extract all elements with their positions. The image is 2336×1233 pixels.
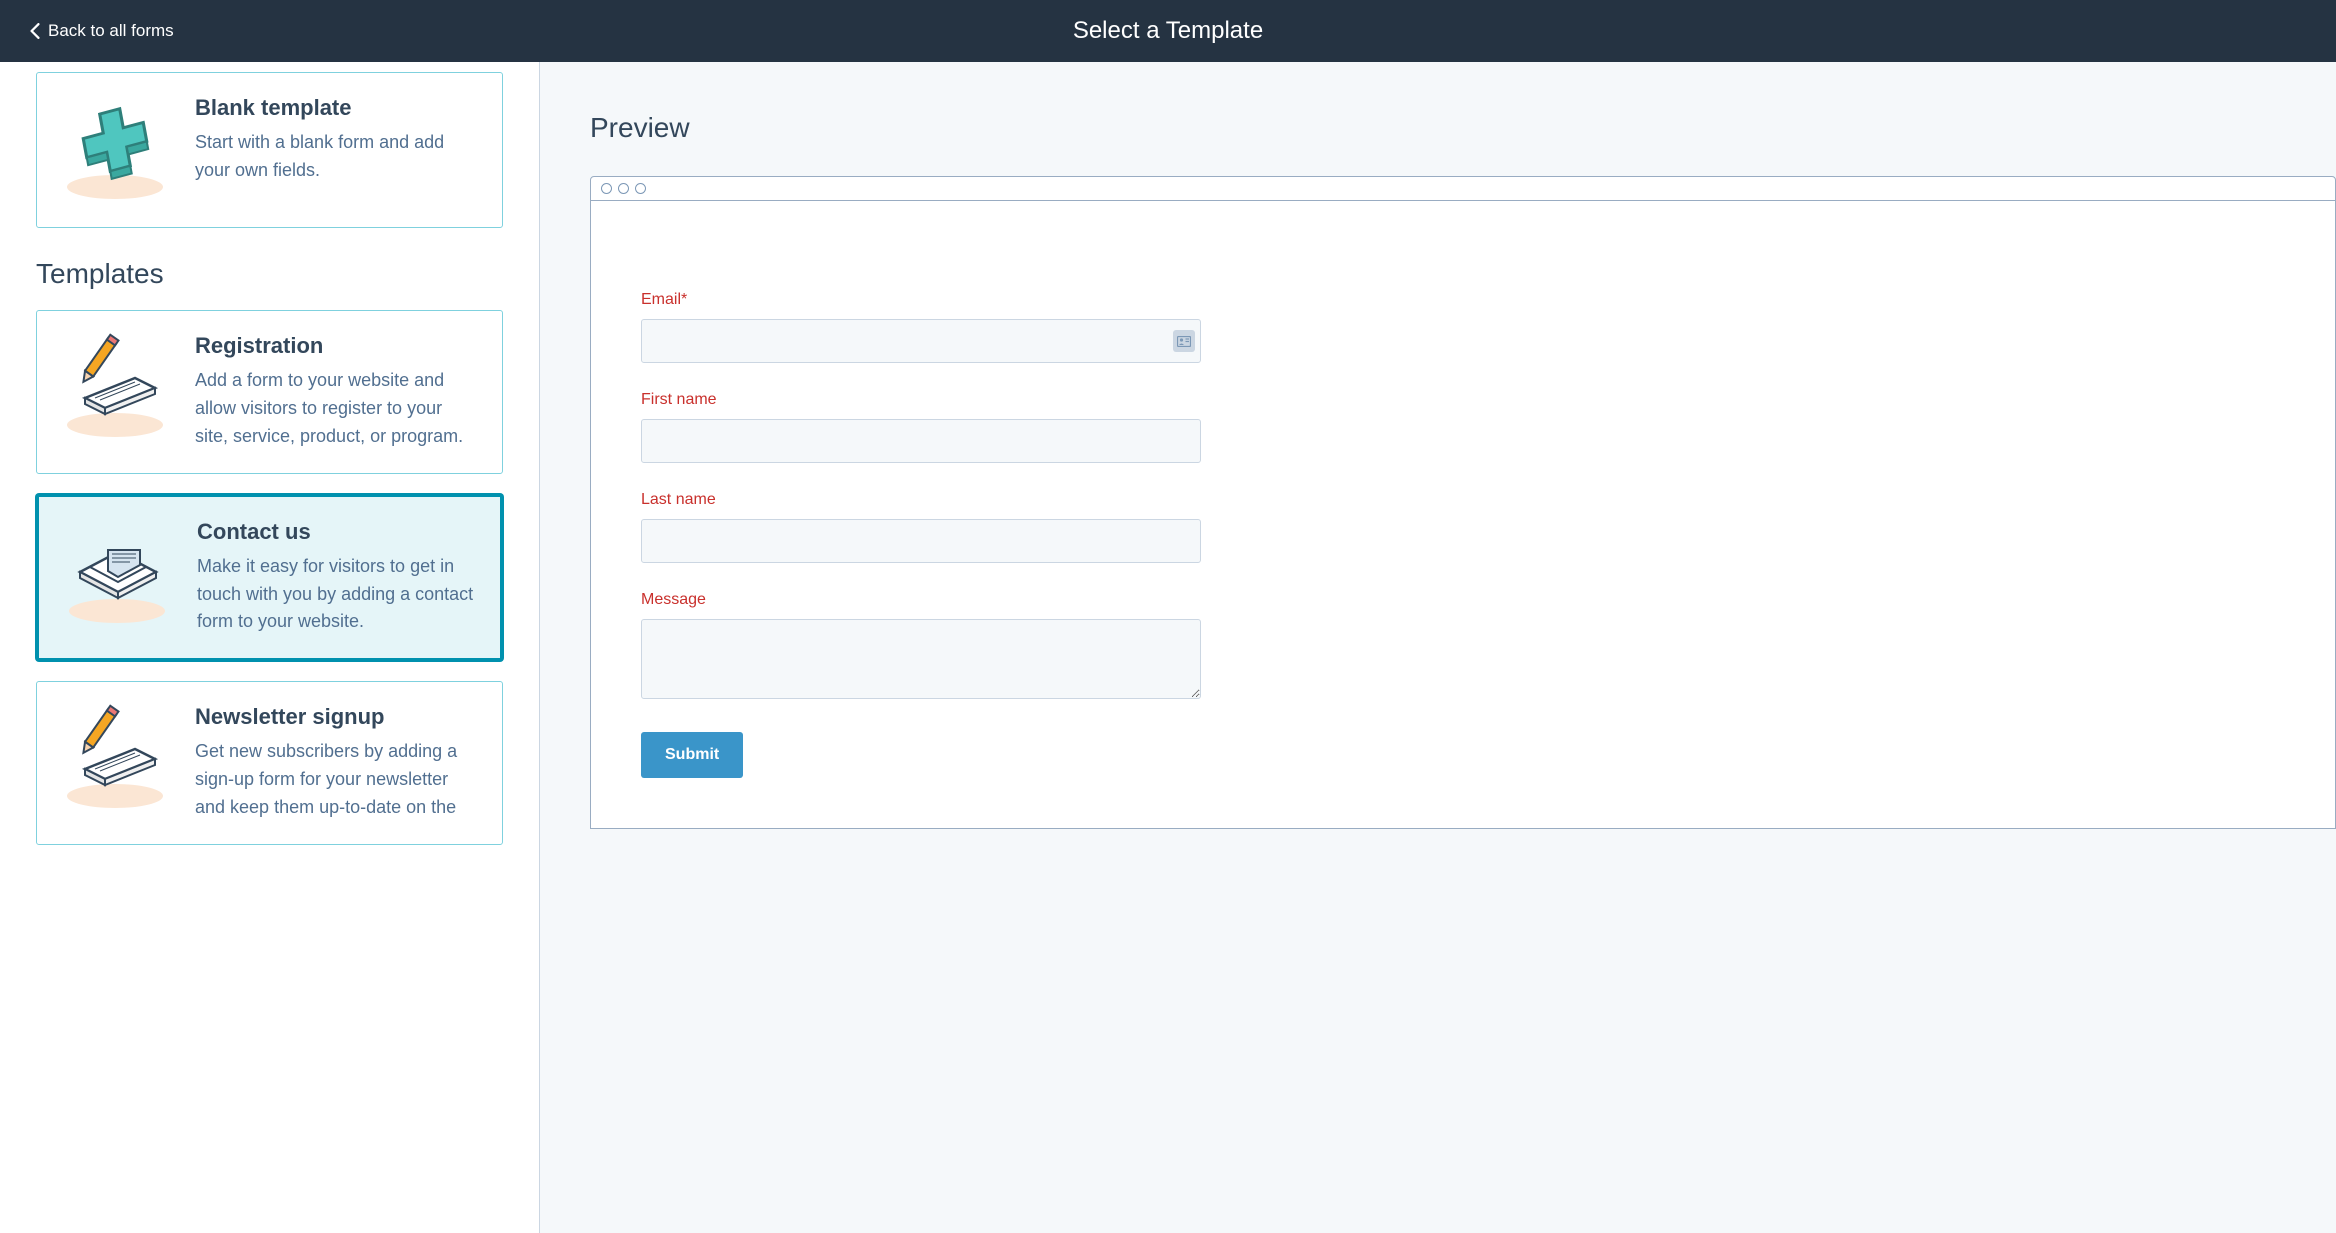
form-field-message: Message	[641, 591, 2285, 704]
window-dot-icon	[635, 183, 646, 194]
form-field-last-name: Last name	[641, 491, 2285, 563]
card-title: Newsletter signup	[195, 704, 478, 730]
template-card-newsletter-signup[interactable]: Newsletter signup Get new subscribers by…	[36, 681, 503, 845]
back-to-forms-link[interactable]: Back to all forms	[30, 21, 174, 41]
card-description: Add a form to your website and allow vis…	[195, 367, 478, 451]
card-description: Start with a blank form and add your own…	[195, 129, 478, 185]
first-name-input[interactable]	[641, 419, 1201, 463]
window-dot-icon	[601, 183, 612, 194]
envelope-icon	[57, 519, 177, 629]
field-label: Message	[641, 591, 2285, 609]
form-preview: Email*	[591, 201, 2335, 828]
field-label: Last name	[641, 491, 2285, 509]
preview-browser-frame: Email*	[590, 176, 2336, 829]
template-card-registration[interactable]: Registration Add a form to your website …	[36, 310, 503, 474]
last-name-input[interactable]	[641, 519, 1201, 563]
window-dot-icon	[618, 183, 629, 194]
email-input[interactable]	[641, 319, 1201, 363]
templates-section-title: Templates	[36, 258, 503, 290]
pencil-page-icon	[55, 704, 175, 814]
page-title: Select a Template	[1073, 17, 1263, 45]
preview-panel: Preview Email*	[540, 62, 2336, 1233]
form-field-first-name: First name	[641, 391, 2285, 463]
card-title: Blank template	[195, 95, 478, 121]
submit-button[interactable]: Submit	[641, 732, 743, 778]
template-card-blank[interactable]: Blank template Start with a blank form a…	[36, 72, 503, 228]
browser-chrome	[591, 177, 2335, 201]
card-title: Contact us	[197, 519, 476, 545]
card-description: Get new subscribers by adding a sign-up …	[195, 738, 478, 822]
message-textarea[interactable]	[641, 619, 1201, 699]
card-description: Make it easy for visitors to get in touc…	[197, 553, 476, 637]
field-label: First name	[641, 391, 2285, 409]
back-label: Back to all forms	[48, 21, 174, 41]
chevron-left-icon	[30, 23, 40, 39]
form-field-email: Email*	[641, 291, 2285, 363]
plus-icon	[55, 95, 175, 205]
pencil-page-icon	[55, 333, 175, 443]
topbar: Back to all forms Select a Template	[0, 0, 2336, 62]
template-sidebar: Blank template Start with a blank form a…	[0, 62, 540, 1233]
field-label: Email*	[641, 291, 2285, 309]
contact-card-icon[interactable]	[1173, 330, 1195, 352]
card-title: Registration	[195, 333, 478, 359]
template-card-contact-us[interactable]: Contact us Make it easy for visitors to …	[36, 494, 503, 662]
preview-title: Preview	[590, 112, 2336, 144]
